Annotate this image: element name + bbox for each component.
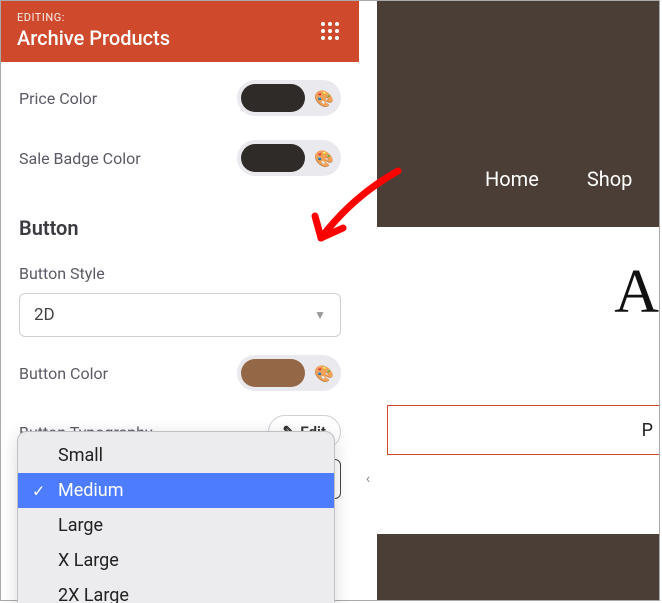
caret-down-icon: ▼: [314, 308, 326, 322]
palette-icon[interactable]: 🎨: [311, 145, 337, 171]
button-color-swatch[interactable]: [241, 359, 305, 387]
sale-badge-color-swatch[interactable]: [241, 144, 305, 172]
product-text-fragment: P: [642, 420, 653, 441]
button-color-label: Button Color: [19, 364, 108, 383]
section-title: Button: [19, 216, 79, 240]
preview-navbar: Home Shop: [377, 1, 659, 227]
button-style-value: 2D: [34, 305, 55, 325]
size-option[interactable]: Large: [18, 508, 334, 543]
size-dropdown: SmallMediumLargeX Large2X Large: [17, 431, 335, 603]
size-option[interactable]: Small: [18, 438, 334, 473]
button-color-row: Button Color 🎨: [19, 337, 341, 403]
price-color-label: Price Color: [19, 89, 97, 108]
palette-icon[interactable]: 🎨: [311, 360, 337, 386]
sale-badge-color-label: Sale Badge Color: [19, 149, 141, 168]
nav-link-home[interactable]: Home: [485, 167, 539, 191]
chevron-left-icon: ‹: [366, 471, 370, 487]
nav-link-shop[interactable]: Shop: [587, 167, 633, 191]
panel-title: Archive Products: [17, 26, 170, 50]
sale-badge-color-control[interactable]: 🎨: [237, 140, 341, 176]
button-style-select[interactable]: 2D ▼: [19, 293, 341, 337]
preview-content: A P: [377, 227, 659, 534]
grid-icon: [320, 21, 340, 41]
panel-header: EDITING: Archive Products: [1, 1, 359, 62]
palette-icon[interactable]: 🎨: [311, 85, 337, 111]
chevron-down-icon: ⌄: [321, 218, 341, 238]
price-color-row: Price Color 🎨: [19, 68, 341, 128]
price-color-swatch[interactable]: [241, 84, 305, 112]
button-section-header[interactable]: Button ⌄: [19, 188, 341, 250]
size-option[interactable]: Medium: [18, 473, 334, 508]
button-style-field: Button Style 2D ▼: [19, 250, 341, 337]
editing-label: EDITING:: [17, 11, 170, 24]
page-heading-fragment: A: [614, 257, 659, 328]
price-color-control[interactable]: 🎨: [237, 80, 341, 116]
button-style-label: Button Style: [19, 264, 341, 283]
size-option[interactable]: X Large: [18, 543, 334, 578]
grid-menu-button[interactable]: [317, 18, 343, 44]
preview-footer: [377, 534, 659, 600]
collapse-panel-button[interactable]: ‹: [359, 465, 377, 493]
size-option[interactable]: 2X Large: [18, 578, 334, 603]
button-color-control[interactable]: 🎨: [237, 355, 341, 391]
sale-badge-color-row: Sale Badge Color 🎨: [19, 128, 341, 188]
product-box[interactable]: P: [387, 405, 659, 455]
preview-area: Home Shop A P: [377, 1, 659, 600]
